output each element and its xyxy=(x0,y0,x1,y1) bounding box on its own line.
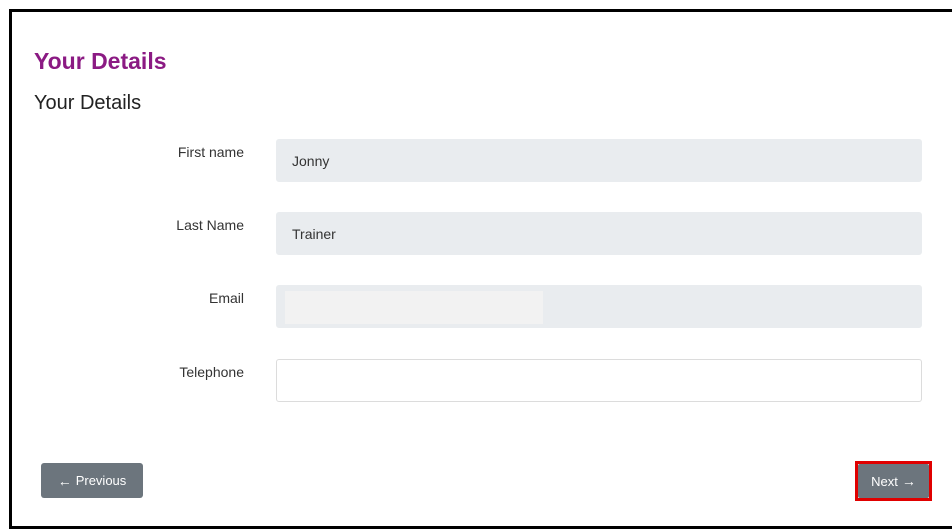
previous-button[interactable]: ← Previous xyxy=(41,463,143,498)
next-button[interactable]: Next → xyxy=(858,464,929,498)
page-title: Your Details xyxy=(34,48,167,74)
first-name-value: Jonny xyxy=(292,152,330,169)
email-label: Email xyxy=(208,290,244,306)
previous-button-label: Previous xyxy=(75,473,127,488)
email-redacted-value xyxy=(285,291,543,324)
first-name-field[interactable]: Jonny xyxy=(276,139,922,182)
section-title: Your Details xyxy=(34,92,142,114)
arrow-right-icon: → xyxy=(901,473,916,489)
next-button-highlight: Next → xyxy=(855,461,932,501)
last-name-field[interactable]: Trainer xyxy=(276,212,922,255)
telephone-label: Telephone xyxy=(179,364,244,380)
email-field[interactable] xyxy=(276,285,922,328)
page-frame xyxy=(9,9,952,529)
first-name-label: First name xyxy=(177,144,244,160)
last-name-label: Last Name xyxy=(176,217,244,233)
telephone-field[interactable] xyxy=(276,359,922,402)
next-button-label: Next xyxy=(871,473,898,489)
last-name-value: Trainer xyxy=(292,225,336,242)
arrow-left-icon: ← xyxy=(57,472,72,489)
